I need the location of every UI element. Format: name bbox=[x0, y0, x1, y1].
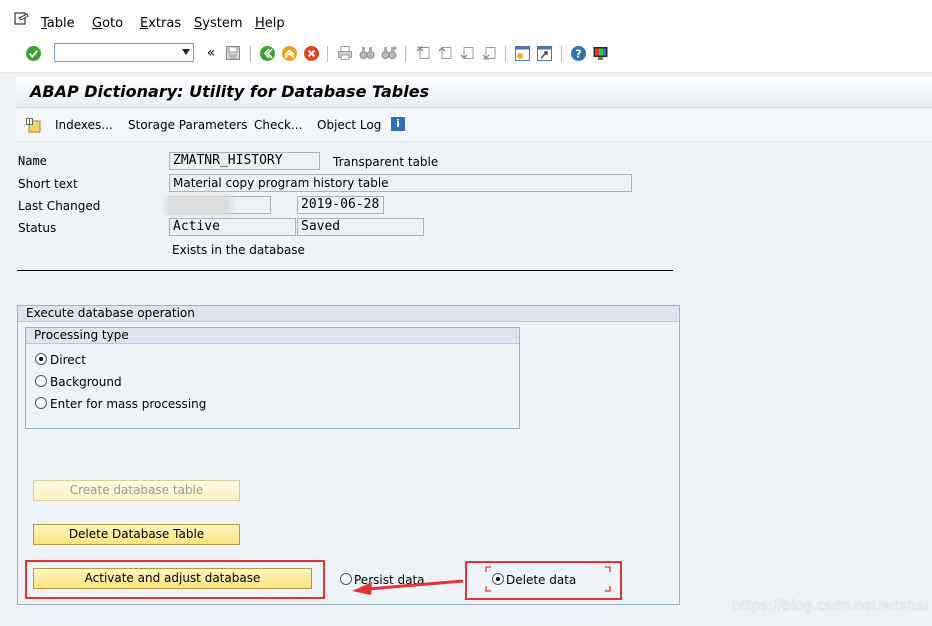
cancel-icon[interactable] bbox=[302, 44, 320, 62]
watermark-text: https://blog.csdn.net/wtxhai bbox=[732, 598, 929, 614]
exit-icon[interactable] bbox=[280, 44, 298, 62]
save-icon[interactable] bbox=[224, 44, 242, 62]
highlight-box-activate bbox=[25, 560, 325, 599]
chevron-down-icon[interactable] bbox=[182, 49, 190, 55]
radio-mass-processing-label: Enter for mass processing bbox=[50, 397, 207, 411]
help-icon[interactable]: ? bbox=[569, 44, 587, 62]
processing-type-title: Processing type bbox=[26, 328, 519, 344]
name-label: Name bbox=[18, 154, 47, 168]
name-field[interactable]: ZMATNR_HISTORY bbox=[169, 152, 320, 170]
menu-table[interactable]: Table bbox=[41, 16, 75, 31]
menu-extras[interactable]: Extras bbox=[140, 16, 181, 31]
next-page-icon[interactable] bbox=[458, 44, 476, 62]
page-title: ABAP Dictionary: Utility for Database Ta… bbox=[30, 82, 430, 101]
command-field[interactable] bbox=[54, 43, 194, 62]
highlight-box-delete-data bbox=[465, 561, 622, 600]
last-changed-date-field[interactable]: 2019-06-28 bbox=[297, 196, 384, 214]
info-icon[interactable]: i bbox=[391, 117, 405, 131]
svg-text:?: ? bbox=[575, 47, 581, 60]
new-session-icon[interactable] bbox=[513, 44, 531, 62]
double-chevron-left-icon[interactable]: « bbox=[202, 44, 220, 62]
short-text-label: Short text bbox=[18, 177, 78, 191]
radio-background[interactable] bbox=[35, 375, 47, 387]
print-icon[interactable] bbox=[336, 44, 354, 62]
first-page-icon[interactable] bbox=[414, 44, 432, 62]
short-text-field[interactable]: Material copy program history table bbox=[169, 174, 632, 192]
status-label: Status bbox=[18, 221, 57, 235]
find-next-icon[interactable] bbox=[380, 44, 398, 62]
exists-in-db-text: Exists in the database bbox=[172, 243, 305, 257]
find-icon[interactable] bbox=[358, 44, 376, 62]
object-log-button[interactable]: Object Log bbox=[317, 118, 381, 132]
menu-system-icon[interactable] bbox=[14, 11, 30, 27]
enter-icon[interactable] bbox=[24, 44, 42, 62]
back-icon[interactable] bbox=[258, 44, 276, 62]
redacted-user-blur bbox=[166, 196, 232, 215]
save-status-field[interactable]: Saved bbox=[297, 218, 424, 236]
annotation-arrow-icon bbox=[352, 579, 464, 595]
radio-background-label: Background bbox=[50, 375, 122, 389]
menu-goto[interactable]: Goto bbox=[92, 16, 123, 31]
storage-parameters-button[interactable]: Storage Parameters bbox=[128, 118, 247, 132]
previous-page-icon[interactable] bbox=[436, 44, 454, 62]
delete-database-table-button[interactable]: Delete Database Table bbox=[33, 524, 240, 545]
radio-direct-label: Direct bbox=[50, 353, 86, 367]
standard-toolbar: « ? bbox=[0, 40, 932, 73]
menu-system[interactable]: System bbox=[194, 16, 243, 31]
radio-mass-processing[interactable] bbox=[35, 397, 47, 409]
check-button[interactable]: Check... bbox=[254, 118, 302, 132]
divider bbox=[17, 270, 673, 271]
status-field[interactable]: Active bbox=[169, 218, 296, 236]
object-list-icon[interactable] bbox=[25, 117, 42, 134]
last-changed-label: Last Changed bbox=[18, 199, 101, 213]
radio-direct[interactable] bbox=[35, 353, 47, 365]
customize-layout-icon[interactable] bbox=[591, 44, 609, 62]
menu-bar: Table Goto Extras System Help bbox=[0, 0, 932, 40]
execute-group-title: Execute database operation bbox=[18, 306, 679, 322]
menu-help[interactable]: Help bbox=[255, 16, 285, 31]
indexes-button[interactable]: Indexes... bbox=[55, 118, 113, 132]
create-database-table-button[interactable]: Create database table bbox=[33, 480, 240, 501]
shortcut-icon[interactable] bbox=[535, 44, 553, 62]
last-page-icon[interactable] bbox=[480, 44, 498, 62]
table-type-text: Transparent table bbox=[333, 155, 439, 169]
